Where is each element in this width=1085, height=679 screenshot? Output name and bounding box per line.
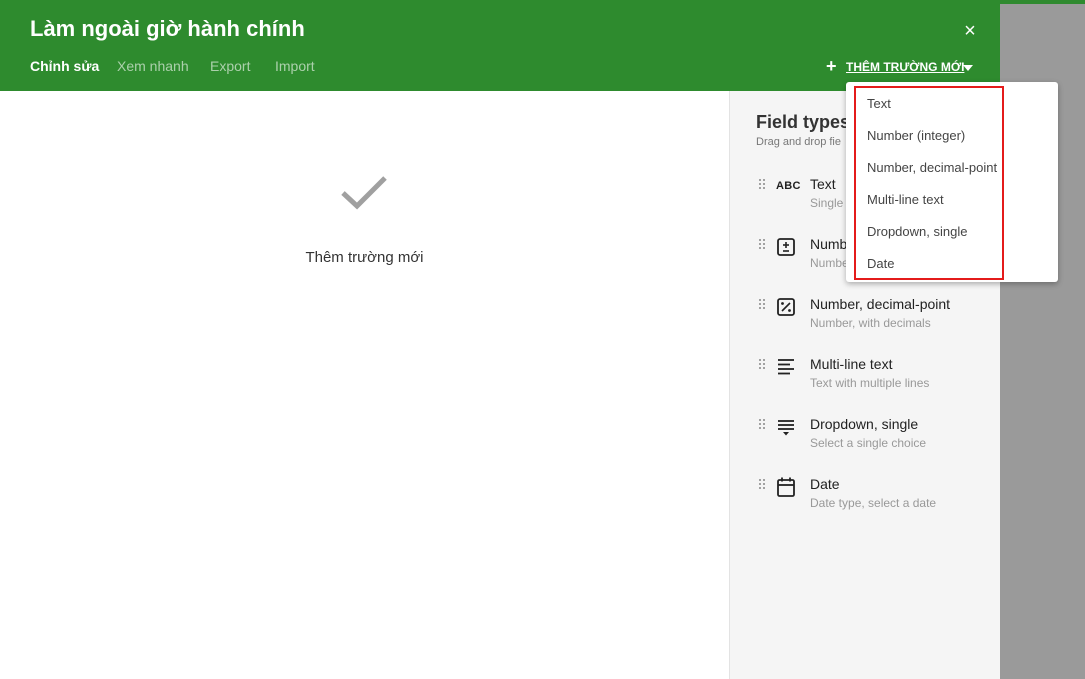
menu-item-dropdown-single[interactable]: Dropdown, single [867, 224, 967, 239]
multiline-icon [776, 357, 798, 379]
menu-item-text[interactable]: Text [867, 96, 891, 111]
field-type-date[interactable]: Date Date type, select a date [730, 476, 1000, 526]
fields-canvas: Thêm trường mới [0, 91, 729, 679]
add-field-dropdown-menu: Text Number (integer) Number, decimal-po… [846, 82, 1058, 282]
drag-handle-icon[interactable] [759, 359, 767, 371]
plus-minus-box-icon [776, 237, 798, 259]
caret-down-icon [963, 65, 973, 71]
field-type-multiline-text[interactable]: Multi-line text Text with multiple lines [730, 356, 1000, 406]
field-type-desc: Date type, select a date [810, 496, 937, 510]
field-type-dropdown-single[interactable]: Dropdown, single Select a single choice [730, 416, 1000, 466]
menu-item-number-decimal[interactable]: Number, decimal-point [867, 160, 997, 175]
field-type-name: Multi-line text [810, 356, 893, 372]
backdrop-header-strip [1000, 0, 1085, 4]
dialog-header: Làm ngoài giờ hành chính × Chỉnh sửa Xem… [0, 0, 1000, 91]
field-type-number-decimal[interactable]: Number, decimal-point Number, with decim… [730, 296, 1000, 346]
close-button[interactable]: × [960, 20, 980, 42]
add-field-label: THÊM TRƯỜNG MỚI [846, 60, 965, 74]
menu-item-multiline-text[interactable]: Multi-line text [867, 192, 944, 207]
menu-item-number-integer[interactable]: Number (integer) [867, 128, 965, 143]
tab-export[interactable]: Export [210, 58, 250, 74]
drag-handle-icon[interactable] [759, 419, 767, 431]
field-type-name: Date [810, 476, 840, 492]
field-type-name: Number, decimal-point [810, 296, 951, 312]
dropdown-icon [776, 418, 798, 440]
panel-subtitle: Drag and drop fie [756, 136, 841, 148]
percent-box-icon [776, 297, 798, 319]
plus-icon: + [826, 56, 837, 76]
field-type-desc: Number, with decimals [810, 316, 931, 330]
field-type-desc: Numbe [810, 256, 849, 270]
drag-handle-icon[interactable] [759, 299, 767, 311]
dialog-title: Làm ngoài giờ hành chính [30, 16, 305, 41]
tab-preview[interactable]: Xem nhanh [117, 58, 189, 74]
drag-handle-icon[interactable] [759, 479, 767, 491]
calendar-icon [776, 476, 798, 498]
drag-handle-icon[interactable] [759, 239, 767, 251]
field-type-name: Numb [810, 236, 848, 252]
drag-handle-icon[interactable] [759, 179, 767, 191]
check-icon [341, 176, 387, 210]
field-type-name: Dropdown, single [810, 416, 919, 432]
tab-import[interactable]: Import [275, 58, 315, 74]
field-type-name: Text [810, 176, 836, 192]
abc-icon: ABC [776, 180, 801, 192]
panel-title: Field types [756, 112, 851, 132]
field-type-desc: Single [810, 196, 844, 210]
field-type-desc: Text with multiple lines [810, 376, 930, 390]
tab-edit[interactable]: Chỉnh sửa [30, 58, 99, 74]
menu-item-date[interactable]: Date [867, 256, 894, 271]
field-type-desc: Select a single choice [810, 436, 927, 450]
empty-state-text: Thêm trường mới [305, 249, 424, 266]
